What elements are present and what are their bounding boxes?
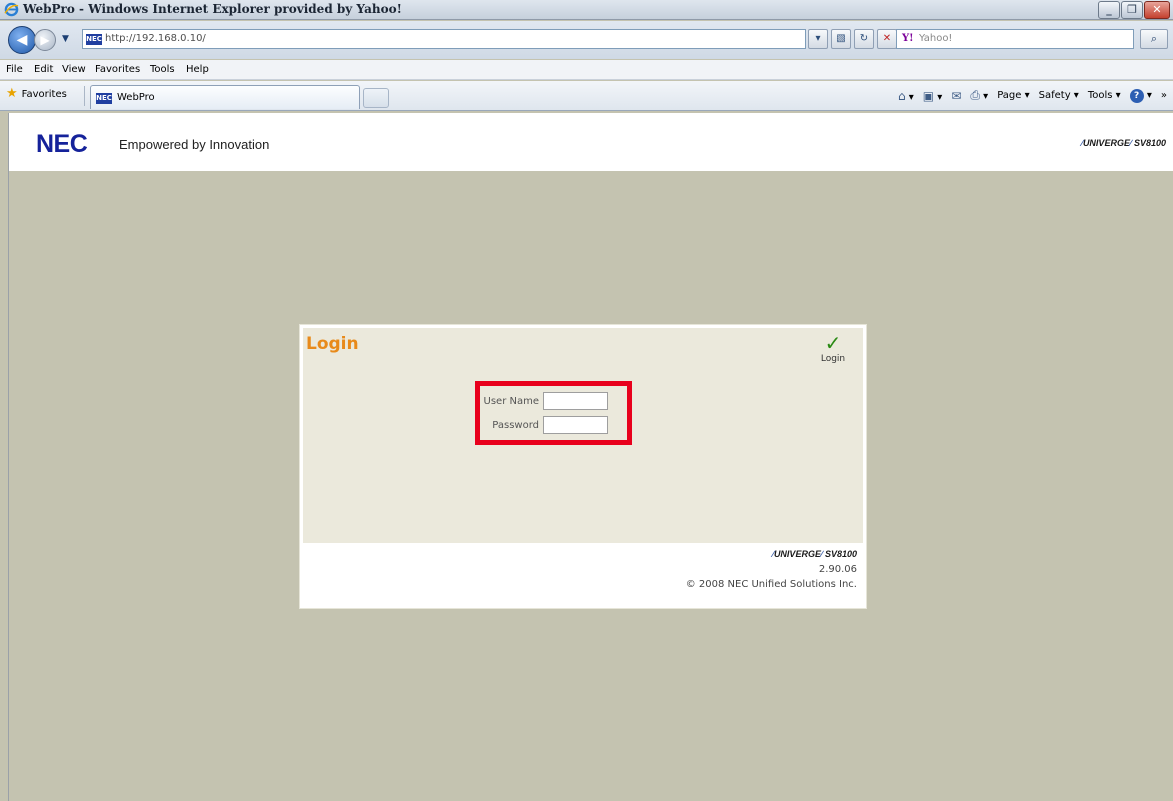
yahoo-logo-icon: Y! — [902, 33, 914, 44]
menu-file[interactable]: File — [6, 64, 23, 75]
menu-view[interactable]: View — [62, 64, 86, 75]
address-tools: ▾ ▧ ↻ ✕ — [808, 29, 897, 49]
recent-pages-dropdown[interactable]: ▼ — [62, 34, 69, 44]
password-field[interactable] — [543, 416, 608, 434]
back-arrow-icon: ◀ — [16, 32, 28, 48]
safety-menu[interactable]: Safety ▾ — [1039, 90, 1079, 101]
address-dropdown-button[interactable]: ▾ — [808, 29, 828, 49]
univerge-logo: ∕UNIVERGE∕ SV8100 — [1081, 138, 1166, 148]
footer-univerge-model: SV8100 — [824, 549, 857, 559]
tab-webpro[interactable]: NEC WebPro — [90, 85, 360, 109]
mail-icon: ✉ — [951, 88, 962, 103]
menu-favorites[interactable]: Favorites — [95, 64, 140, 75]
address-toolbar: ◀ ▶ ▼ NEC http://192.168.0.10/ ▾ ▧ ↻ ✕ Y… — [0, 21, 1173, 59]
toolbar-separator — [84, 86, 85, 106]
login-footer: ∕UNIVERGE∕ SV8100 2.90.06 © 2008 NEC Uni… — [303, 543, 863, 602]
toolbar-overflow-button[interactable]: » — [1161, 90, 1167, 101]
copyright-text: © 2008 NEC Unified Solutions Inc. — [685, 579, 857, 590]
back-button[interactable]: ◀ — [8, 26, 36, 54]
menu-bar: File Edit View Favorites Tools Help — [0, 60, 1173, 80]
tagline: Empowered by Innovation — [119, 137, 270, 152]
tools-menu[interactable]: Tools ▾ — [1088, 90, 1121, 101]
search-input[interactable]: Y! Yahoo! — [896, 29, 1134, 49]
nec-logo: NEC — [36, 130, 88, 158]
refresh-button[interactable]: ↻ — [854, 29, 874, 49]
print-button[interactable]: ⎙ ▾ — [970, 88, 988, 103]
menu-tools[interactable]: Tools — [150, 64, 175, 75]
page-viewport: NEC Empowered by Innovation ∕UNIVERGE∕ S… — [8, 113, 1173, 801]
safety-menu-label: Safety — [1038, 90, 1071, 101]
nec-favicon-icon: NEC — [86, 34, 102, 45]
search-placeholder: Yahoo! — [919, 33, 953, 44]
menu-edit[interactable]: Edit — [34, 64, 53, 75]
help-icon: ? — [1129, 88, 1144, 103]
forward-button[interactable]: ▶ — [34, 29, 56, 51]
address-url: http://192.168.0.10/ — [105, 33, 206, 44]
ie-logo-icon — [4, 2, 19, 17]
window-title-bar: WebPro - Windows Internet Explorer provi… — [0, 0, 1173, 20]
login-form: Login ✓ Login User Name Password — [303, 328, 863, 543]
tab-label: WebPro — [117, 92, 155, 103]
search-button[interactable]: ⌕ — [1140, 29, 1168, 49]
credentials-highlight-box — [475, 381, 632, 445]
favorites-label: Favorites — [21, 88, 67, 100]
page-menu-label: Page — [997, 90, 1022, 101]
restore-icon: ❐ — [1127, 3, 1137, 16]
forward-arrow-icon: ▶ — [40, 33, 50, 47]
stop-button[interactable]: ✕ — [877, 29, 897, 49]
password-label: Password — [492, 419, 539, 431]
refresh-icon: ↻ — [859, 33, 869, 44]
univerge-logo-text: UNIVERGE — [1082, 138, 1130, 148]
page-menu[interactable]: Page ▾ — [997, 90, 1029, 101]
login-panel: Login ✓ Login User Name Password ∕UNIVER… — [300, 325, 866, 608]
window-controls: _ ❐ ✕ — [1098, 1, 1170, 19]
version-text: 2.90.06 — [818, 564, 857, 575]
menu-help[interactable]: Help — [186, 64, 209, 75]
favorites-star-icon: ★ — [6, 86, 18, 101]
help-button[interactable]: ? ▾ — [1129, 88, 1152, 103]
login-button[interactable]: ✓ Login — [813, 332, 853, 364]
compatibility-button[interactable]: ▧ — [831, 29, 851, 49]
checkmark-icon: ✓ — [824, 331, 842, 355]
close-button[interactable]: ✕ — [1144, 1, 1170, 19]
page-header: NEC Empowered by Innovation ∕UNIVERGE∕ S… — [9, 113, 1173, 171]
footer-univerge-text: UNIVERGE — [773, 549, 821, 559]
address-field[interactable]: NEC http://192.168.0.10/ — [82, 29, 806, 49]
univerge-model: SV8100 — [1133, 138, 1166, 148]
mail-button[interactable]: ✉ — [951, 89, 961, 103]
printer-icon: ⎙ — [970, 88, 980, 102]
command-bar: ★ Favorites NEC WebPro ⌂ ▾ ▣ ▾ ✉ ⎙ ▾ Pag… — [0, 81, 1173, 111]
footer-univerge-logo: ∕UNIVERGE∕ SV8100 — [772, 549, 857, 559]
login-title: Login — [306, 334, 359, 354]
search-icon: ⌕ — [1150, 32, 1158, 45]
minimize-button[interactable]: _ — [1098, 1, 1120, 19]
home-button[interactable]: ⌂ ▾ — [898, 89, 914, 103]
password-row: Password — [481, 416, 608, 434]
restore-button[interactable]: ❐ — [1121, 1, 1143, 19]
feeds-button[interactable]: ▣ ▾ — [923, 89, 943, 103]
minimize-icon: _ — [1106, 3, 1112, 16]
nec-favicon-icon: NEC — [96, 93, 112, 104]
username-label: User Name — [483, 395, 539, 407]
close-icon: ✕ — [1152, 3, 1162, 16]
username-field[interactable] — [543, 392, 608, 410]
login-button-label: Login — [820, 354, 846, 364]
home-icon: ⌂ — [897, 88, 906, 103]
command-items: ⌂ ▾ ▣ ▾ ✉ ⎙ ▾ Page ▾ Safety ▾ Tools ▾ ? … — [898, 88, 1167, 103]
stop-icon: ✕ — [882, 33, 892, 44]
window-title: WebPro - Windows Internet Explorer provi… — [23, 2, 402, 16]
username-row: User Name — [481, 392, 608, 410]
favorites-button[interactable]: ★ Favorites — [6, 86, 67, 101]
tools-menu-label: Tools — [1087, 90, 1113, 101]
new-tab-button[interactable] — [363, 88, 389, 108]
rss-feed-icon: ▣ — [922, 88, 935, 103]
